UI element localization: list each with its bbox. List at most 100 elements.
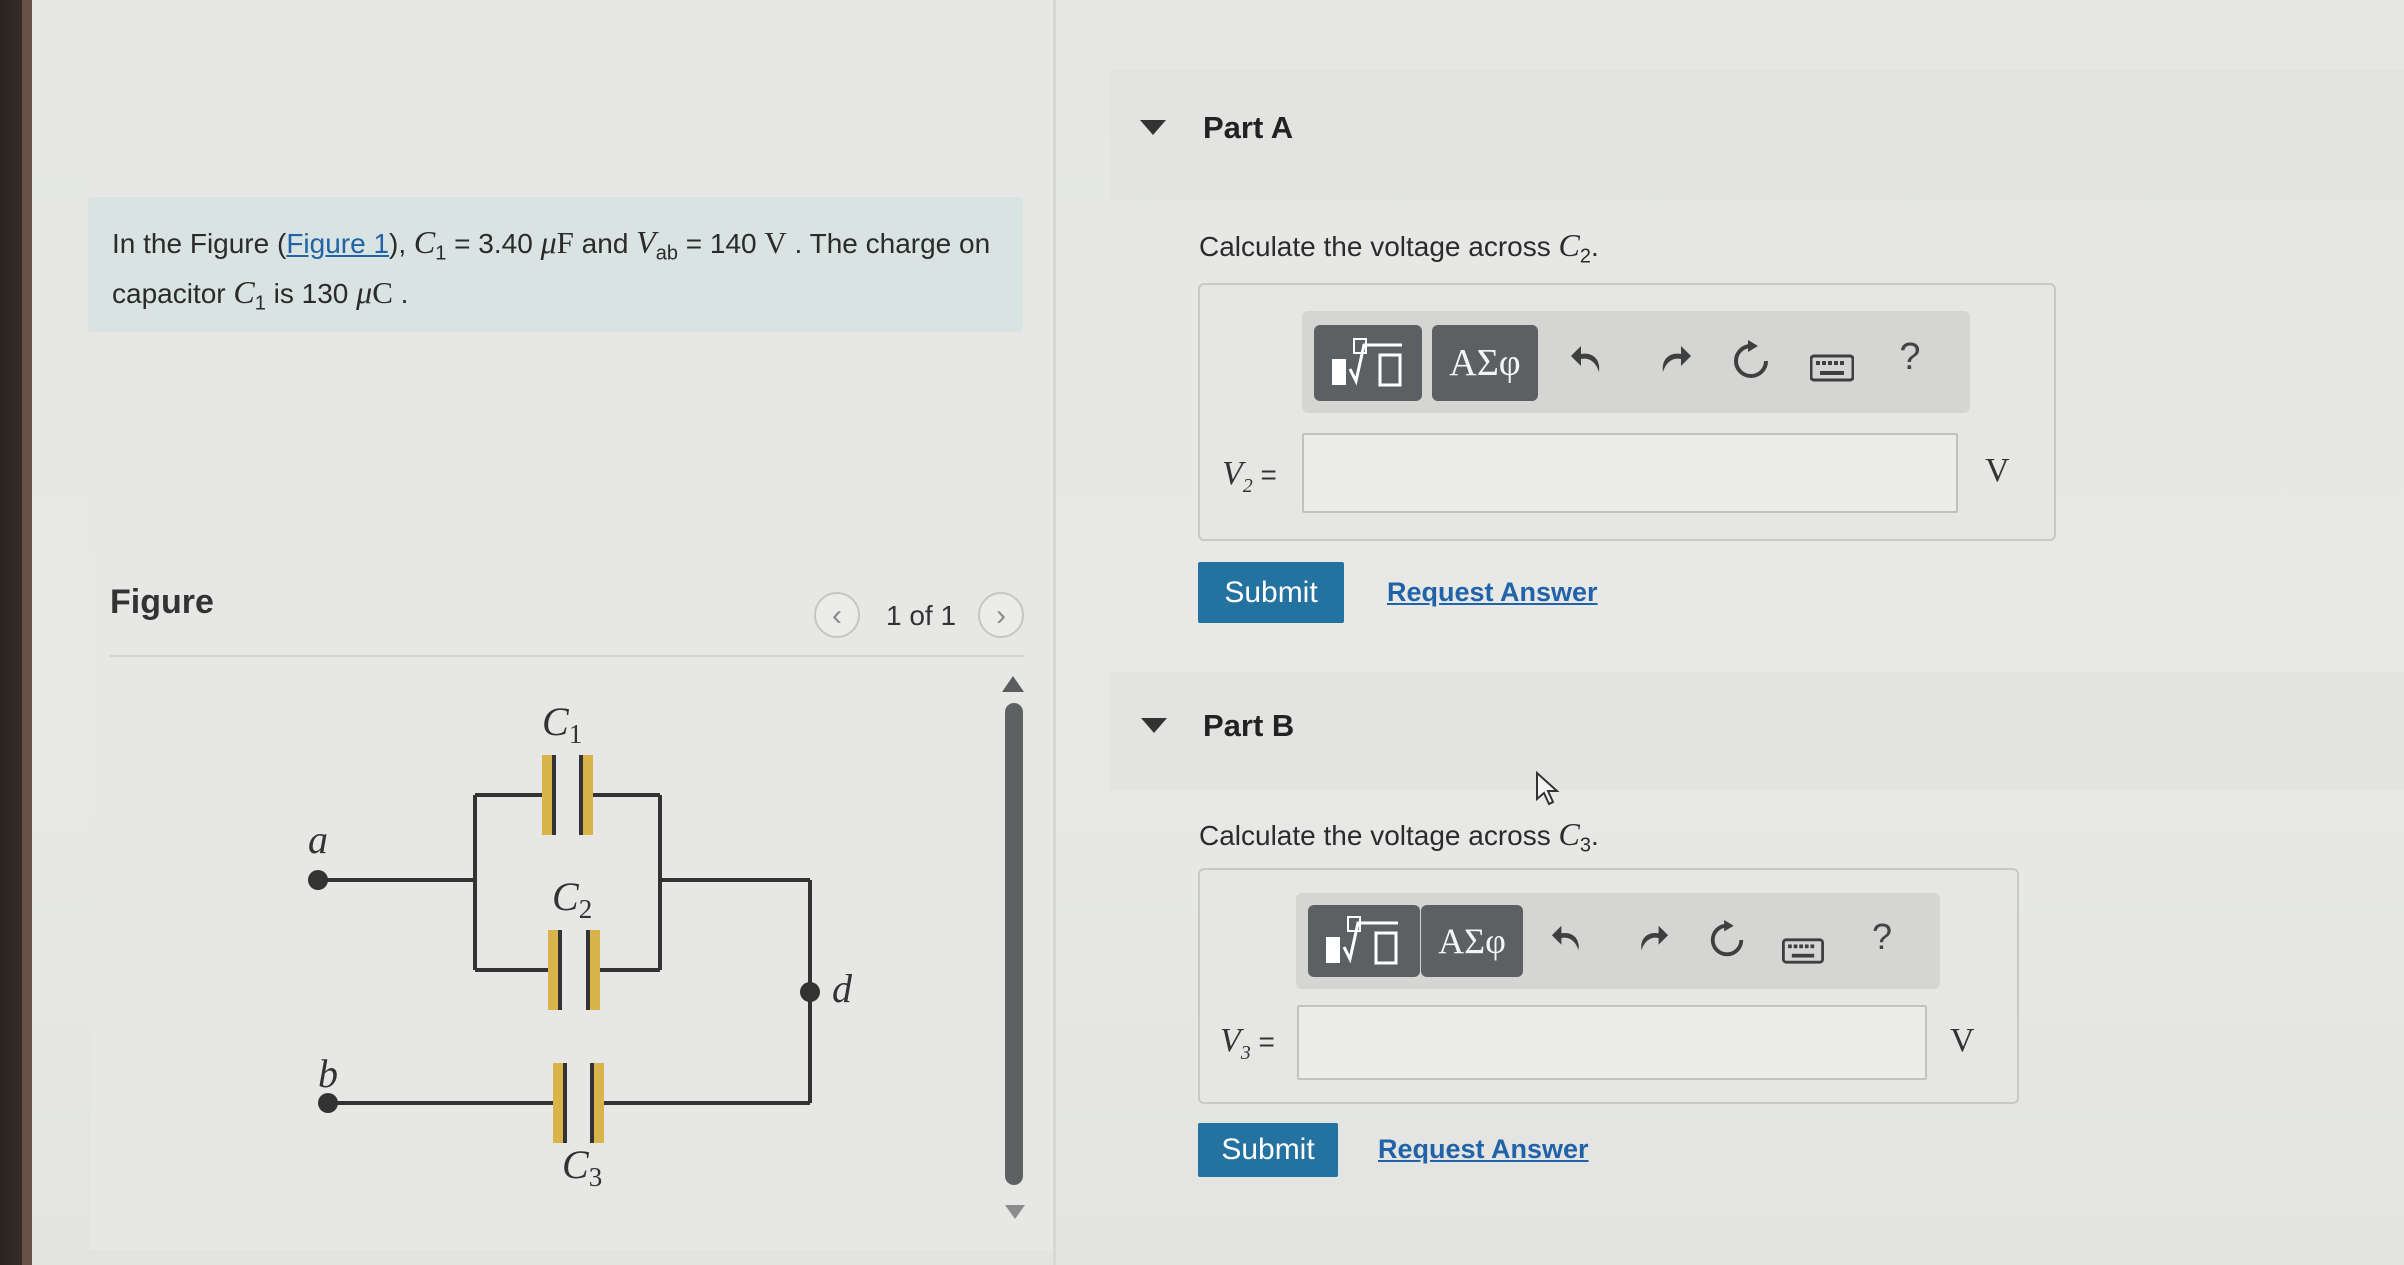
redo-icon[interactable]	[1648, 340, 1698, 390]
c3-plate-right-edge	[590, 1063, 594, 1143]
label-c2-symbol: C	[552, 874, 580, 919]
greek-symbols-icon[interactable]: ΑΣφ	[1432, 325, 1538, 401]
label-c1-symbol: C	[542, 699, 570, 744]
c3-plate-right	[594, 1063, 604, 1143]
keyboard-icon[interactable]	[1808, 348, 1856, 393]
undo-icon[interactable]	[1546, 920, 1592, 968]
c1-plate-left-edge	[552, 755, 556, 835]
circuit-diagram: a b d C1 C2 C3	[308, 699, 853, 1192]
label-c3: C3	[562, 1142, 602, 1192]
part-a-var-eq: =	[1252, 459, 1277, 490]
c2-plate-right-edge	[586, 930, 590, 1010]
figure-divider	[110, 655, 1025, 657]
part-a-variable-label: V2 =	[1222, 455, 1277, 498]
farad-unit: F	[556, 225, 574, 260]
next-figure-button[interactable]: ›	[978, 592, 1024, 638]
prev-figure-button[interactable]: ‹	[814, 592, 860, 638]
chevron-left-icon: ‹	[832, 599, 842, 632]
templates-glyph	[1332, 338, 1402, 387]
part-a-var-symbol: V	[1222, 455, 1243, 492]
part-a-unit: V	[1985, 452, 2010, 489]
part-a-header[interactable]	[1110, 70, 2404, 200]
charge-value: is 130	[265, 277, 357, 309]
part-b-var-sub: 3	[1240, 1041, 1251, 1064]
help-icon[interactable]: ?	[1862, 916, 1902, 958]
figure-link[interactable]: Figure 1	[286, 228, 389, 259]
c2-plate-right	[590, 930, 600, 1010]
pane-divider[interactable]	[1053, 0, 1056, 1265]
problem-text: In the Figure (Figure 1), C1 = 3.40 μF a…	[112, 223, 1012, 322]
terminal-b	[318, 1093, 338, 1113]
keyboard-icon[interactable]	[1780, 930, 1826, 975]
reset-icon[interactable]	[1726, 340, 1776, 392]
part-a-question: Calculate the voltage across C2.	[1199, 227, 1599, 269]
part-a-collapse-icon[interactable]	[1140, 120, 1166, 135]
part-b-question: Calculate the voltage across C3.	[1199, 816, 1599, 858]
chevron-right-icon: ›	[996, 599, 1006, 632]
part-b-answer-input[interactable]	[1297, 1005, 1927, 1080]
c1-subscript-2: 1	[254, 292, 266, 315]
part-a-question-end: .	[1591, 231, 1599, 262]
part-b-c-sub: 3	[1579, 834, 1591, 857]
part-b-var-eq: =	[1250, 1026, 1275, 1057]
part-a-title[interactable]: Part A	[1203, 110, 1293, 146]
part-a-request-answer-link[interactable]: Request Answer	[1387, 577, 1598, 608]
part-b-c-symbol: C	[1558, 816, 1580, 852]
c1-subscript: 1	[435, 242, 447, 265]
c2-plate-left-edge	[558, 930, 562, 1010]
label-b: b	[318, 1051, 338, 1096]
part-b-unit: V	[1950, 1022, 1975, 1059]
part-b-title[interactable]: Part B	[1203, 708, 1294, 744]
label-c3-symbol: C	[562, 1142, 590, 1187]
c2-plate-left	[548, 930, 558, 1010]
part-b-var-symbol: V	[1220, 1022, 1241, 1059]
volt-unit: V	[764, 225, 787, 260]
junction-d	[800, 982, 820, 1002]
vab-symbol: V	[636, 224, 656, 260]
label-c3-sub: 3	[589, 1162, 603, 1192]
templates-icon[interactable]	[1308, 905, 1420, 977]
figure-heading: Figure	[110, 583, 214, 621]
part-b-submit-button[interactable]: Submit	[1198, 1123, 1338, 1177]
part-a-question-text: Calculate the voltage across	[1199, 231, 1559, 262]
part-b-request-answer-link[interactable]: Request Answer	[1378, 1134, 1589, 1165]
vab-subscript: ab	[655, 242, 678, 265]
help-icon[interactable]: ?	[1890, 336, 1930, 379]
c3-plate-left-edge	[563, 1063, 567, 1143]
label-d: d	[832, 966, 853, 1011]
scroll-up-arrow-icon[interactable]	[1002, 676, 1024, 692]
mouse-pointer-icon	[1536, 771, 1560, 806]
mu-symbol-2: μ	[356, 273, 373, 310]
c1-plate-left	[542, 755, 552, 835]
figure-scrollbar[interactable]	[1005, 703, 1023, 1185]
problem-text-end: .	[392, 277, 409, 309]
c1-plate-right	[583, 755, 593, 835]
problem-text-part: and	[573, 228, 637, 259]
part-a-submit-button[interactable]: Submit	[1198, 562, 1344, 623]
c1-value: = 3.40	[446, 228, 541, 259]
part-a-c-sub: 2	[1579, 245, 1591, 268]
label-c1-sub: 1	[569, 719, 583, 749]
c1-symbol-2: C	[233, 273, 255, 310]
c3-plate-left	[553, 1063, 563, 1143]
greek-symbols-icon[interactable]: ΑΣφ	[1421, 905, 1523, 977]
templates-icon[interactable]	[1314, 325, 1422, 401]
part-b-question-text: Calculate the voltage across	[1199, 820, 1559, 851]
coulomb-unit: C	[372, 274, 393, 310]
redo-icon[interactable]	[1628, 920, 1674, 968]
reset-icon[interactable]	[1704, 920, 1750, 970]
problem-text-intro: In the Figure (	[112, 228, 287, 259]
terminal-a	[308, 870, 328, 890]
part-b-question-end: .	[1591, 820, 1599, 851]
vab-value: = 140	[677, 228, 765, 259]
templates-glyph	[1326, 916, 1398, 965]
label-c2-sub: 2	[579, 894, 593, 924]
part-a-var-sub: 2	[1242, 474, 1253, 497]
undo-icon[interactable]	[1564, 340, 1614, 390]
part-b-collapse-icon[interactable]	[1141, 718, 1167, 733]
part-b-header[interactable]	[1110, 672, 2404, 790]
label-c1: C1	[542, 699, 582, 749]
label-a: a	[308, 817, 328, 862]
part-a-answer-input[interactable]	[1302, 433, 1958, 513]
scroll-down-arrow-icon[interactable]	[1005, 1205, 1025, 1219]
